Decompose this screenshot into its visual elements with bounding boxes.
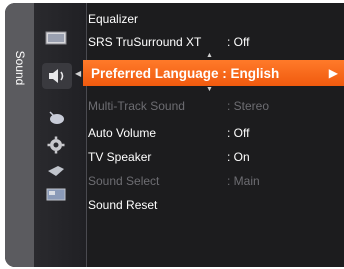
auto-volume-value: : Off (227, 126, 250, 140)
sound-select-value: : Main (227, 174, 260, 188)
selected-indicator-arrow: ◀ (75, 69, 82, 78)
setup-icon[interactable] (44, 135, 68, 155)
equalizer-label: Equalizer (88, 12, 139, 26)
sound-icon[interactable] (42, 63, 72, 89)
scroll-up-arrow[interactable]: ▲ (206, 52, 213, 59)
sound-reset-label: Sound Reset (88, 198, 158, 212)
input-icon[interactable] (44, 161, 68, 181)
menu-item-sound-reset[interactable]: Sound Reset (88, 198, 157, 212)
srs-label: SRS TruSurround XT (88, 35, 202, 49)
menu-item-sound-select: Sound Select : Main (88, 174, 260, 188)
preferred-language-label: Preferred Language : English (91, 66, 280, 81)
column-divider (86, 3, 87, 267)
tv-speaker-label: TV Speaker (88, 150, 152, 164)
multi-track-value: : Stereo (227, 99, 270, 113)
channel-icon[interactable] (44, 108, 68, 128)
picture-icon[interactable] (44, 28, 68, 48)
auto-volume-label: Auto Volume (88, 126, 157, 140)
menu-item-equalizer[interactable]: Equalizer (88, 12, 138, 26)
application-icon[interactable] (44, 184, 68, 204)
menu-item-tv-speaker[interactable]: TV Speaker : On (88, 150, 250, 164)
category-tab: Sound (5, 3, 34, 267)
srs-value: : Off (227, 35, 250, 49)
menu-item-auto-volume[interactable]: Auto Volume : Off (88, 126, 249, 140)
menu-item-srs-trusurround[interactable]: SRS TruSurround XT : Off (88, 35, 249, 49)
multi-track-label: Multi-Track Sound (88, 99, 185, 113)
tv-speaker-value: : On (227, 150, 250, 164)
submenu-arrow-icon: ▶ (328, 66, 338, 80)
category-label: Sound (13, 50, 27, 86)
scroll-down-arrow[interactable]: ▼ (206, 86, 213, 93)
menu-item-multi-track-sound: Multi-Track Sound : Stereo (88, 99, 269, 113)
menu-item-preferred-language[interactable]: Preferred Language : English ▶ (83, 60, 344, 86)
sound-select-label: Sound Select (88, 174, 160, 188)
